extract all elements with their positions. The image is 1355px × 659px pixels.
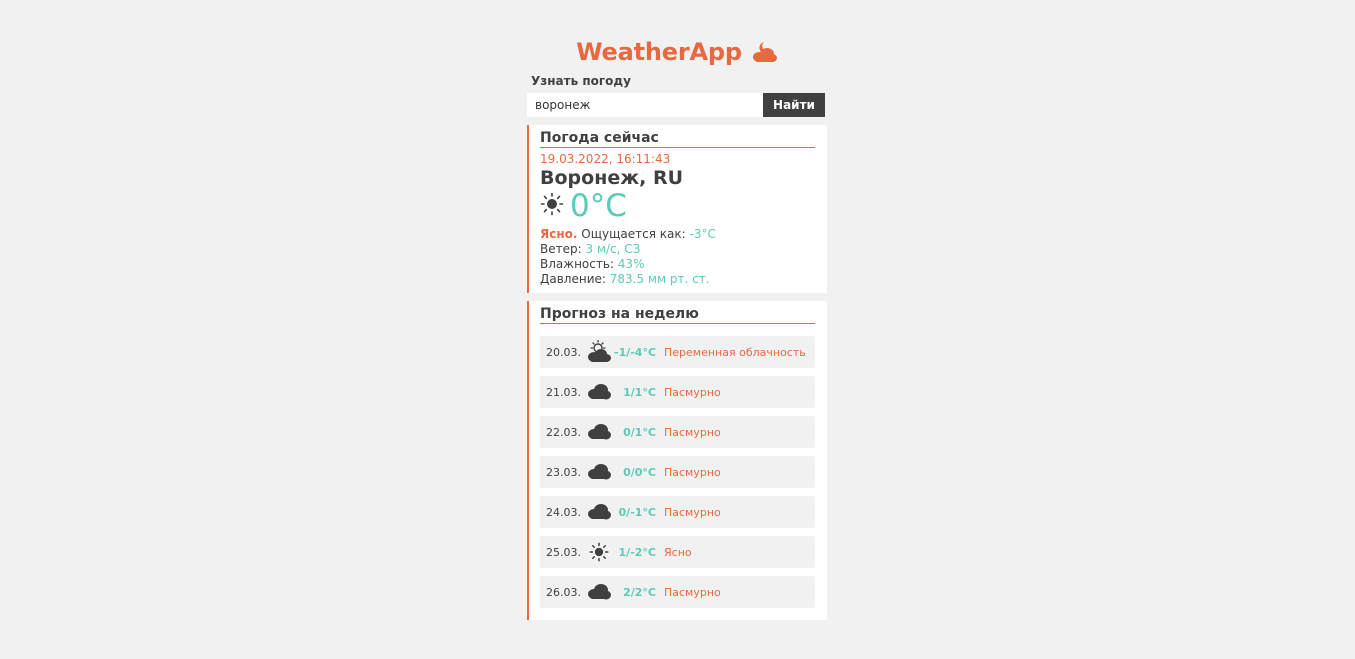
current-temperature: 0°C	[570, 188, 627, 224]
forecast-date: 21.03.	[546, 385, 581, 399]
search-input[interactable]	[527, 93, 763, 117]
current-city: Воронеж, RU	[540, 167, 684, 189]
app-header: WeatherApp	[527, 0, 827, 70]
forecast-date: 25.03.	[546, 545, 581, 559]
forecast-temp: 2/2°C	[623, 585, 656, 599]
forecast-temp: 0/0°C	[623, 465, 656, 479]
current-temp-row: 0°C	[540, 188, 815, 224]
current-condition: Ясно.	[540, 227, 578, 241]
forecast-card: Прогноз на неделю 20.03. -1/-4°C Перемен…	[527, 301, 827, 620]
forecast-date: 23.03.	[546, 465, 581, 479]
cloud-icon	[584, 379, 614, 405]
forecast-desc: Переменная облачность	[664, 345, 806, 359]
feels-like-label: Ощущается как:	[581, 227, 686, 241]
forecast-date: 26.03.	[546, 585, 581, 599]
weather-app: WeatherApp Узнать погоду Найти Погода се…	[527, 0, 827, 620]
cloud-icon	[584, 419, 614, 445]
current-datetime: 19.03.2022, 16:11:43	[540, 152, 671, 166]
forecast-row: 20.03. -1/-4°C Переменная облачность	[540, 336, 815, 368]
forecast-desc: Пасмурно	[664, 505, 721, 519]
forecast-row: 25.03. 1/-2°C Ясно	[540, 536, 815, 568]
feels-like-value: -3°C	[689, 227, 716, 241]
search-button[interactable]: Найти	[763, 93, 825, 117]
forecast-desc: Ясно	[664, 545, 692, 559]
forecast-temp: 0/1°C	[623, 425, 656, 439]
forecast-date: 20.03.	[546, 345, 581, 359]
pressure-value: 783.5 мм рт. ст.	[609, 272, 710, 286]
wind-value: 3 м/с, СЗ	[585, 242, 641, 256]
forecast-desc: Пасмурно	[664, 425, 721, 439]
current-weather-title: Погода сейчас	[540, 125, 815, 148]
partly-cloudy-icon	[584, 339, 614, 365]
search-label: Узнать погоду	[531, 74, 631, 88]
forecast-row: 22.03. 0/1°C Пасмурно	[540, 416, 815, 448]
pressure-label: Давление:	[540, 272, 606, 286]
forecast-row: 23.03. 0/0°C Пасмурно	[540, 456, 815, 488]
forecast-desc: Пасмурно	[664, 385, 721, 399]
current-weather-card: Погода сейчас 19.03.2022, 16:11:43 Ворон…	[527, 125, 827, 293]
forecast-row: 21.03. 1/1°C Пасмурно	[540, 376, 815, 408]
wind-label: Ветер:	[540, 242, 582, 256]
sun-icon	[540, 192, 564, 220]
forecast-temp: 0/-1°C	[618, 505, 656, 519]
feels-like-line: Ясно. Ощущается как: -3°C	[540, 227, 815, 242]
current-details: Ясно. Ощущается как: -3°C Ветер: 3 м/с, …	[540, 227, 815, 287]
forecast-temp: -1/-4°C	[614, 345, 657, 359]
cloud-icon	[584, 459, 614, 485]
humidity-label: Влажность:	[540, 257, 614, 271]
forecast-temp: 1/-2°C	[618, 545, 656, 559]
forecast-row: 24.03. 0/-1°C Пасмурно	[540, 496, 815, 528]
forecast-list: 20.03. -1/-4°C Переменная облачность 21.…	[540, 336, 815, 608]
forecast-temp: 1/1°C	[623, 385, 656, 399]
humidity-value: 43%	[617, 257, 645, 271]
sun-icon	[584, 539, 614, 565]
wind-line: Ветер: 3 м/с, СЗ	[540, 242, 815, 257]
cloud-moon-icon	[750, 39, 778, 65]
pressure-line: Давление: 783.5 мм рт. ст.	[540, 272, 815, 287]
humidity-line: Влажность: 43%	[540, 257, 815, 272]
forecast-date: 22.03.	[546, 425, 581, 439]
cloud-icon	[584, 499, 614, 525]
search-bar: Найти	[527, 93, 825, 117]
forecast-desc: Пасмурно	[664, 585, 721, 599]
cloud-icon	[584, 579, 614, 605]
forecast-desc: Пасмурно	[664, 465, 721, 479]
forecast-row: 26.03. 2/2°C Пасмурно	[540, 576, 815, 608]
forecast-title: Прогноз на неделю	[540, 301, 815, 324]
forecast-date: 24.03.	[546, 505, 581, 519]
app-title: WeatherApp	[576, 38, 742, 66]
